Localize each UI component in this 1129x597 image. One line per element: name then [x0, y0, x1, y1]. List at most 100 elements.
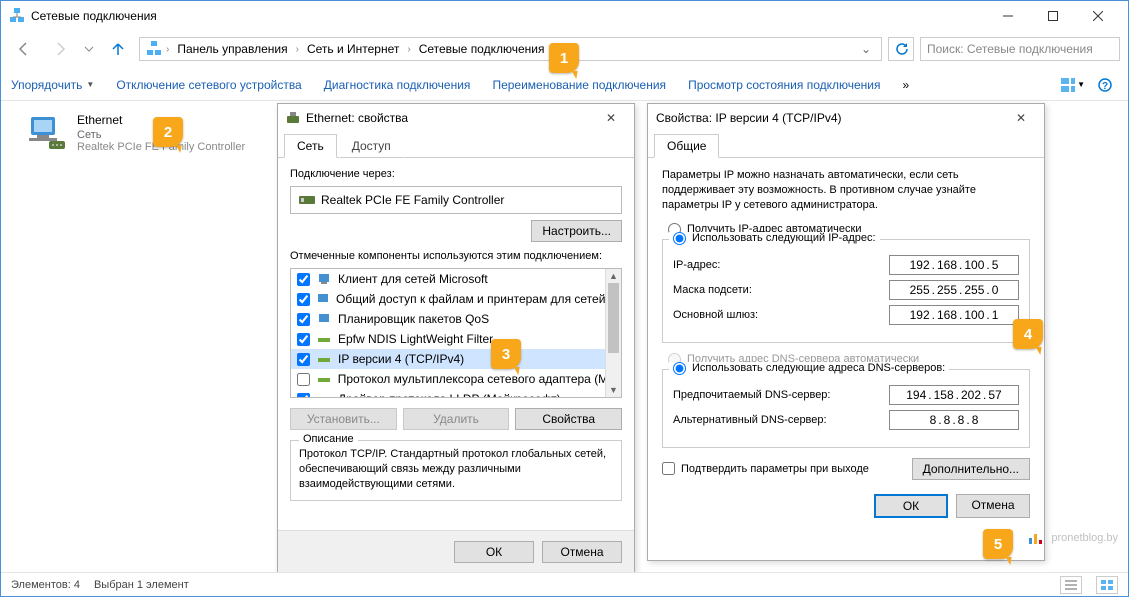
item-g: Драйвер протокола LLDP (Майкрософт) [338, 392, 561, 398]
minimize-button[interactable] [985, 2, 1030, 31]
confirm-checkbox[interactable] [662, 462, 675, 475]
status-bar: Элементов: 4 Выбран 1 элемент [1, 572, 1128, 596]
forward-button[interactable] [45, 37, 75, 61]
list-scrollbar[interactable]: ▲▼ [605, 269, 621, 397]
ipv4-icon [316, 351, 332, 367]
mux-icon [316, 371, 332, 387]
status-sel: Выбран 1 элемент [94, 579, 189, 591]
view-status[interactable]: Просмотр состояния подключения [688, 78, 880, 92]
nic-icon [299, 192, 315, 209]
network-adapter-icon [25, 113, 69, 153]
radio-use-dns[interactable] [673, 362, 686, 375]
description-text: Протокол TCP/IP. Стандартный протокол гл… [299, 447, 613, 492]
addr-dropdown[interactable]: ⌄ [857, 42, 875, 56]
breadcrumb-root-icon [146, 40, 162, 59]
description-title: Описание [299, 433, 358, 445]
install-button[interactable]: Установить... [290, 408, 397, 430]
properties-button[interactable]: Свойства [515, 408, 622, 430]
gateway-label: Основной шлюз: [673, 309, 889, 321]
dlg2-ok[interactable]: ОК [874, 494, 948, 518]
help-button[interactable]: ? [1092, 74, 1118, 96]
change-view-button[interactable]: ▼ [1060, 74, 1086, 96]
crumb-root[interactable]: Панель управления [173, 42, 291, 56]
more-menu[interactable]: » [903, 78, 910, 92]
dlg1-ok[interactable]: ОК [454, 541, 534, 563]
disable-device[interactable]: Отключение сетевого устройства [116, 78, 301, 92]
qos-icon [316, 311, 332, 327]
callout-4: 4 [1013, 319, 1043, 349]
dns1-label: Предпочитаемый DNS-сервер: [673, 389, 889, 401]
item-a: Клиент для сетей Microsoft [338, 272, 488, 286]
dialog2-close[interactable]: ✕ [1006, 108, 1036, 128]
dns1-input[interactable]: 194.158.202.57 [889, 385, 1019, 405]
dns2-input[interactable]: 8.8.8.8 [889, 410, 1019, 430]
device-name: Realtek PCIe FE Family Controller [321, 193, 504, 207]
components-list[interactable]: Клиент для сетей Microsoft Общий доступ … [290, 268, 622, 398]
adapter-icon [286, 110, 300, 127]
view-details[interactable] [1060, 576, 1082, 594]
callout-3: 3 [491, 339, 521, 369]
subnet-mask-input[interactable]: 255.255.255.0 [889, 280, 1019, 300]
device-box: Realtek PCIe FE Family Controller [290, 186, 622, 214]
item-e: IP версии 4 (TCP/IPv4) [338, 352, 464, 366]
chk-d[interactable] [297, 333, 310, 346]
watermark: pronetblog.by [1027, 530, 1118, 546]
dns2-label: Альтернативный DNS-сервер: [673, 414, 889, 426]
ip-label: IP-адрес: [673, 259, 889, 271]
lldp-icon [316, 391, 332, 398]
radio-use-ip[interactable] [673, 232, 686, 245]
chk-b[interactable] [297, 293, 310, 306]
crumb-conn[interactable]: Сетевые подключения [415, 42, 549, 56]
client-icon [316, 271, 332, 287]
recent-button[interactable] [81, 37, 97, 61]
command-toolbar: Упорядочить▼ Отключение сетевого устройс… [1, 69, 1128, 101]
tab-general[interactable]: Общие [654, 134, 719, 158]
tab-network[interactable]: Сеть [284, 134, 337, 158]
gateway-input[interactable]: 192.168.100.1 [889, 305, 1019, 325]
dlg1-cancel[interactable]: Отмена [542, 541, 622, 563]
item-d: Epfw NDIS LightWeight Filter [338, 332, 493, 346]
components-label: Отмеченные компоненты используются этим … [290, 250, 622, 262]
remove-button[interactable]: Удалить [403, 408, 510, 430]
diagnose[interactable]: Диагностика подключения [324, 78, 471, 92]
tab-access[interactable]: Доступ [339, 134, 404, 158]
dialog1-title: Ethernet: свойства [306, 111, 596, 125]
breadcrumb-box[interactable]: › Панель управления › Сеть и Интернет › … [139, 37, 882, 61]
connection-tile-ethernet[interactable]: Ethernet Сеть Realtek PCIe FE Family Con… [21, 109, 256, 157]
up-button[interactable] [103, 37, 133, 61]
titlebar: Сетевые подключения [1, 1, 1128, 31]
chk-f[interactable] [297, 373, 310, 386]
item-c: Планировщик пакетов QoS [338, 312, 489, 326]
organize-menu[interactable]: Упорядочить▼ [11, 78, 94, 92]
dlg2-cancel[interactable]: Отмена [956, 494, 1030, 518]
mask-label: Маска подсети: [673, 284, 889, 296]
app-icon [9, 7, 25, 26]
ip-address-input[interactable]: 192.168.100.5 [889, 255, 1019, 275]
chk-a[interactable] [297, 273, 310, 286]
dialog1-close[interactable]: ✕ [596, 108, 626, 128]
filter-icon [316, 331, 332, 347]
item-f: Протокол мультиплексора сетевого адаптер… [338, 372, 615, 386]
search-box[interactable]: Поиск: Сетевые подключения [920, 37, 1120, 61]
share-icon [316, 291, 330, 307]
maximize-button[interactable] [1030, 2, 1075, 31]
refresh-button[interactable] [888, 37, 914, 61]
view-large[interactable] [1096, 576, 1118, 594]
back-button[interactable] [9, 37, 39, 61]
close-button[interactable] [1075, 2, 1120, 31]
configure-button[interactable]: Настроить... [531, 220, 622, 242]
ethernet-properties-dialog: Ethernet: свойства ✕ Сеть Доступ Подключ… [277, 103, 635, 573]
callout-2: 2 [153, 117, 183, 147]
callout-5: 5 [983, 529, 1013, 559]
callout-1: 1 [549, 43, 579, 73]
advanced-button[interactable]: Дополнительно... [912, 458, 1030, 480]
rename[interactable]: Переименование подключения [492, 78, 666, 92]
chk-e[interactable] [297, 353, 310, 366]
crumb-net[interactable]: Сеть и Интернет [303, 42, 403, 56]
dialog2-title: Свойства: IP версии 4 (TCP/IPv4) [656, 111, 1006, 125]
search-placeholder: Поиск: Сетевые подключения [927, 42, 1093, 56]
window-title: Сетевые подключения [31, 9, 985, 23]
chk-c[interactable] [297, 313, 310, 326]
item-b: Общий доступ к файлам и принтерам для се… [336, 292, 621, 306]
chk-g[interactable] [297, 393, 310, 399]
